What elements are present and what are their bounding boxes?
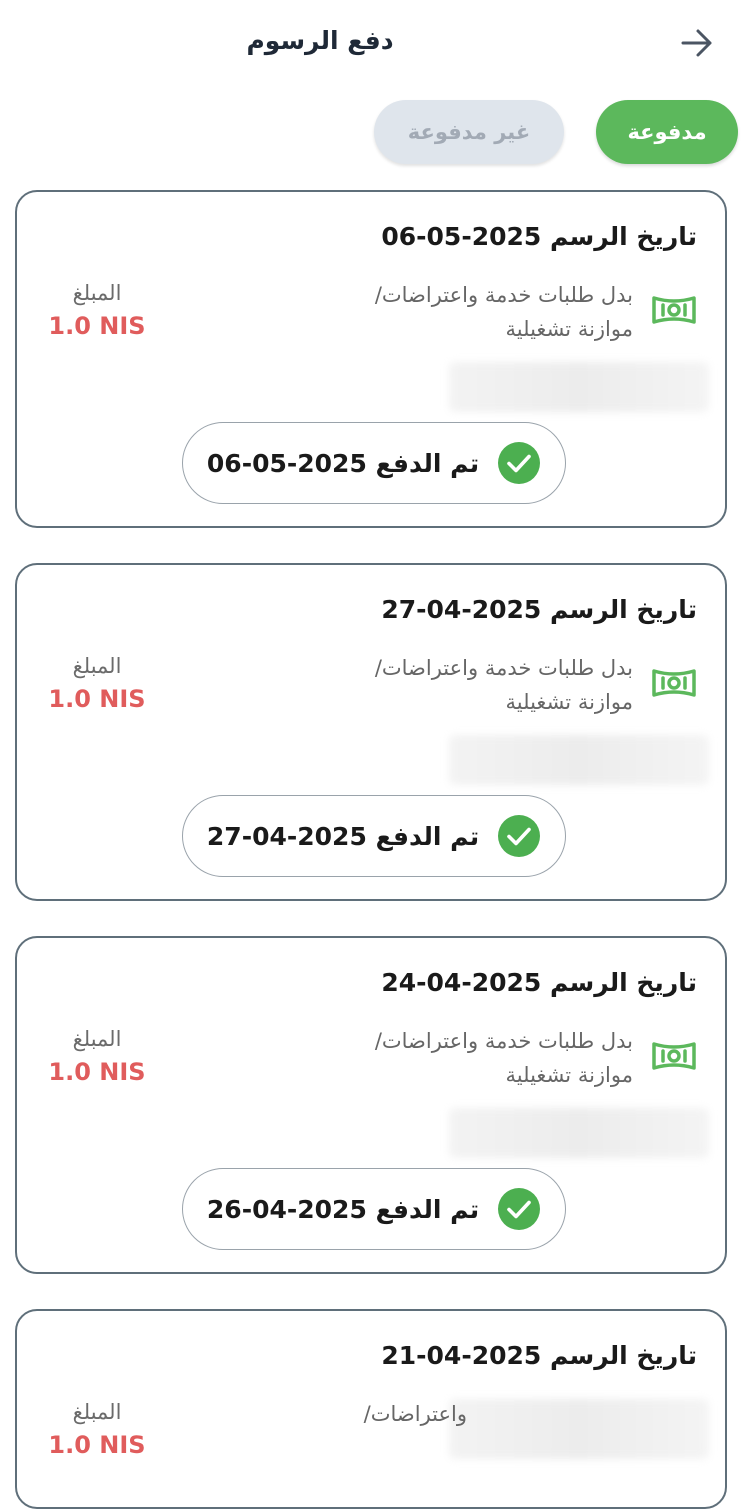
check-circle-icon xyxy=(498,442,541,484)
amount-block: المبلغ 1.0 NIS xyxy=(47,651,147,717)
fee-description-line1: واعتراضات/ xyxy=(363,1402,467,1426)
fee-date: تاريخ الرسم 2025-05-06 xyxy=(381,222,697,251)
paid-status-pill: تم الدفع 2025-04-26 xyxy=(182,1168,566,1250)
fee-description: واعتراضات/ xyxy=(267,1397,467,1431)
fee-description: بدل طلبات خدمة واعتراضات/ موازنة تشغيلية xyxy=(313,278,633,346)
fee-card[interactable]: تاريخ الرسم 2025-05-06 بدل طلبات خدمة وا… xyxy=(15,190,727,528)
amount-value: 1.0 NIS xyxy=(48,685,146,713)
amount-value: 1.0 NIS xyxy=(48,1058,146,1086)
amount-label: المبلغ xyxy=(72,1027,122,1051)
paid-date-text: تم الدفع 2025-04-26 xyxy=(206,1194,480,1224)
fee-description-line1: بدل طلبات خدمة واعتراضات/ xyxy=(374,283,633,307)
fee-description: بدل طلبات خدمة واعتراضات/ موازنة تشغيلية xyxy=(313,1024,633,1092)
amount-block: المبلغ 1.0 NIS xyxy=(47,1397,147,1463)
blurred-reference xyxy=(449,1108,709,1158)
payment-status-tabs: مدفوعة غير مدفوعة xyxy=(374,100,738,168)
blurred-reference xyxy=(449,735,709,785)
fee-date: تاريخ الرسم 2025-04-27 xyxy=(381,595,697,624)
paid-status-pill: تم الدفع 2025-05-06 xyxy=(182,422,566,504)
amount-block: المبلغ 1.0 NIS xyxy=(47,1024,147,1090)
check-circle-icon xyxy=(498,1188,541,1230)
page-title: دفع الرسوم xyxy=(246,26,394,55)
fee-description-line2: موازنة تشغيلية xyxy=(505,317,633,341)
money-bill-icon xyxy=(652,1042,696,1070)
amount-label: المبلغ xyxy=(72,654,122,678)
paid-date-text: تم الدفع 2025-04-27 xyxy=(206,821,480,851)
money-bill-icon xyxy=(652,296,696,324)
fee-date: تاريخ الرسم 2025-04-21 xyxy=(381,1341,697,1370)
fee-card[interactable]: تاريخ الرسم 2025-04-21 واعتراضات/ المبلغ… xyxy=(15,1309,727,1509)
amount-value: 1.0 NIS xyxy=(48,312,146,340)
tab-unpaid[interactable]: غير مدفوعة xyxy=(374,100,564,164)
fee-description-line2: موازنة تشغيلية xyxy=(505,1063,633,1087)
fee-description: بدل طلبات خدمة واعتراضات/ موازنة تشغيلية xyxy=(313,651,633,719)
check-circle-icon xyxy=(498,815,541,857)
amount-block: المبلغ 1.0 NIS xyxy=(47,278,147,344)
fee-description-line1: بدل طلبات خدمة واعتراضات/ xyxy=(374,656,633,680)
fee-card[interactable]: تاريخ الرسم 2025-04-24 بدل طلبات خدمة وا… xyxy=(15,936,727,1274)
blurred-description xyxy=(449,1399,709,1459)
arrow-right-icon xyxy=(681,29,712,57)
back-button[interactable] xyxy=(676,22,718,64)
fee-card[interactable]: تاريخ الرسم 2025-04-27 بدل طلبات خدمة وا… xyxy=(15,563,727,901)
fee-description-line2: موازنة تشغيلية xyxy=(505,690,633,714)
blurred-reference xyxy=(449,362,709,412)
tab-paid[interactable]: مدفوعة xyxy=(596,100,738,164)
amount-label: المبلغ xyxy=(72,281,122,305)
amount-label: المبلغ xyxy=(72,1400,122,1424)
paid-status-pill: تم الدفع 2025-04-27 xyxy=(182,795,566,877)
fee-description-line1: بدل طلبات خدمة واعتراضات/ xyxy=(374,1029,633,1053)
fee-date: تاريخ الرسم 2025-04-24 xyxy=(381,968,697,997)
amount-value: 1.0 NIS xyxy=(48,1431,146,1459)
paid-date-text: تم الدفع 2025-05-06 xyxy=(206,448,480,478)
app-header: دفع الرسوم xyxy=(0,0,746,90)
money-bill-icon xyxy=(652,669,696,697)
